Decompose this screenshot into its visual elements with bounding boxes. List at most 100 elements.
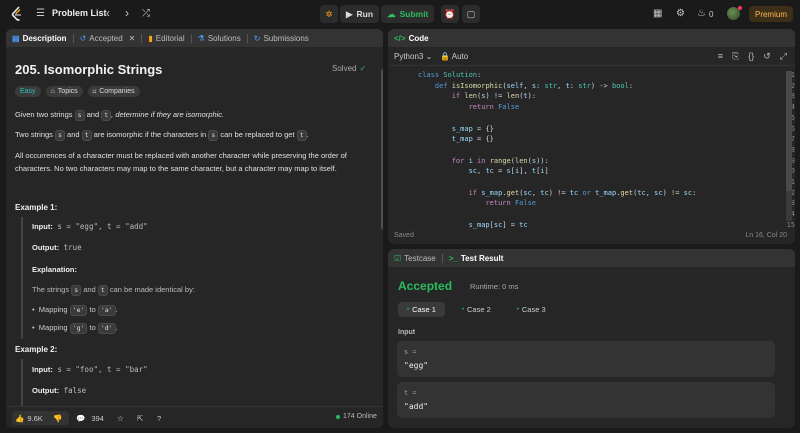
premium-button[interactable]: Premium	[749, 6, 793, 22]
timer-button[interactable]: ⏰	[441, 5, 459, 23]
problem-title[interactable]: 205. Isomorphic Strings	[15, 62, 162, 77]
thumbs-up-icon: 👍	[15, 413, 25, 423]
problem-list-icon[interactable]: ☰	[36, 8, 45, 20]
code-panel: </> Code Python3 ⌄ 🔒 Auto ≡ ⎘ {} ↺ ⤢ 1 2 …	[388, 29, 795, 244]
tag-icon: ⌂	[50, 88, 55, 95]
star-icon: ☆	[117, 413, 124, 423]
tab-code[interactable]: </> Code	[388, 29, 435, 47]
cloud-upload-icon: ☁	[387, 8, 396, 19]
example-1-heading: Example 1:	[15, 203, 58, 212]
notification-dot	[738, 6, 742, 10]
run-button[interactable]: ▶ Run	[340, 5, 380, 23]
reset-icon[interactable]: ↺	[763, 51, 771, 62]
companies-tag[interactable]: ⌑ Companies	[87, 86, 140, 97]
case-3-tab[interactable]: • Case 3	[508, 302, 555, 317]
format-icon[interactable]: ≡	[718, 51, 723, 62]
braces-icon[interactable]: {}	[748, 51, 754, 62]
description-tabs: ▤ Description ↺ Accepted ✕ ▮ Editorial ⚗ Solu…	[6, 29, 383, 47]
result-status: Accepted	[398, 279, 453, 293]
close-icon[interactable]: ✕	[129, 34, 136, 43]
bug-icon: ✲	[325, 8, 333, 19]
note-icon: ▢	[466, 8, 476, 19]
play-icon: ▶	[346, 8, 353, 19]
notes-button[interactable]: ▢	[462, 5, 480, 23]
checkbox-icon: ☑	[394, 253, 402, 263]
topics-tag[interactable]: ⌂ Topics	[45, 86, 83, 97]
leetcode-logo-icon[interactable]	[10, 6, 24, 22]
tab-editorial[interactable]: ▮ Editorial	[142, 29, 190, 47]
lock-icon: 🔒	[440, 52, 450, 61]
tab-accepted[interactable]: ↺ Accepted ✕	[74, 29, 142, 47]
comment-icon: 💬	[76, 413, 86, 423]
example-1-input: Input: s = "egg", t = "add"	[32, 222, 148, 231]
example-2-heading: Example 2:	[15, 345, 58, 354]
next-problem-icon[interactable]: ›	[125, 7, 129, 19]
prev-problem-icon[interactable]: ‹	[106, 7, 110, 19]
example-1-explanation-text: The strings s and t can be made identica…	[32, 285, 195, 296]
comments-button[interactable]: 💬 394	[76, 412, 104, 424]
expand-icon[interactable]: ⤢	[780, 51, 787, 62]
editor-toolbar: Python3 ⌄ 🔒 Auto ≡ ⎘ {} ↺ ⤢	[388, 48, 795, 66]
solved-status: Solved ✓	[332, 64, 367, 73]
description-paragraph-1: Given two strings s and t, determine if …	[15, 110, 225, 121]
cursor-position: Ln 16, Col 20	[745, 232, 787, 239]
case-1-tab[interactable]: • Case 1	[398, 302, 445, 317]
bookmark-icon[interactable]: ⎘	[732, 51, 739, 62]
help-icon: ?	[157, 413, 162, 423]
top-nav: ☰ Problem List ‹ › ⤮ ✲ ▶ Run ☁ Submit ⏰ ▢ …	[0, 0, 800, 28]
problem-tags: Easy ⌂ Topics ⌑ Companies	[15, 86, 140, 97]
favorite-button[interactable]: ☆	[117, 412, 124, 424]
code-scrollbar[interactable]	[786, 71, 792, 221]
thumbs-down-icon: 👎	[53, 413, 63, 423]
tab-submissions[interactable]: ↻ Submissions	[248, 29, 315, 47]
terminal-icon: >_	[448, 253, 458, 263]
description-panel: ▤ Description ↺ Accepted ✕ ▮ Editorial ⚗ Solu…	[6, 29, 383, 428]
example-1-block	[21, 217, 376, 339]
alarm-icon: ⏰	[444, 8, 456, 19]
flask-icon: ⚗	[197, 33, 205, 43]
dislike-button[interactable]: 👎	[53, 412, 62, 424]
example-2-output: Output: false	[32, 386, 87, 395]
book-icon: ▮	[148, 33, 153, 43]
tab-description[interactable]: ▤ Description	[6, 29, 73, 47]
run-submit-group: ✲ ▶ Run ☁ Submit	[320, 5, 435, 23]
submit-button[interactable]: ☁ Submit	[381, 5, 435, 23]
test-tabs: ☑ Testcase >_ Test Result	[388, 249, 795, 267]
case-2-tab[interactable]: • Case 2	[453, 302, 500, 317]
chevron-down-icon: ⌄	[425, 52, 433, 61]
tab-test-result[interactable]: >_ Test Result	[443, 249, 510, 267]
history-icon: ↻	[253, 33, 261, 43]
share-icon: ⇱	[137, 413, 144, 423]
save-status: Saved	[394, 232, 414, 239]
input-s-box[interactable]: s = "egg"	[397, 341, 775, 377]
editor-tools: ≡ ⎘ {} ↺ ⤢	[718, 51, 787, 62]
tab-testcase[interactable]: ☑ Testcase	[388, 249, 442, 267]
example-1-explanation-label: Explanation:	[32, 265, 78, 274]
code-icon: </>	[394, 33, 406, 43]
mapping-1: • Mapping 'e' to 'a'.	[32, 305, 118, 316]
shuffle-icon[interactable]: ⤮	[142, 8, 150, 20]
description-paragraph-3: All occurrences of a character must be r…	[15, 151, 347, 173]
share-button[interactable]: ⇱	[137, 412, 143, 424]
tab-solutions[interactable]: ⚗ Solutions	[192, 29, 247, 47]
example-1-output: Output: true	[32, 243, 82, 252]
example-2-input: Input: s = "foo", t = "bar"	[32, 365, 148, 374]
language-select[interactable]: Python3 ⌄	[394, 52, 432, 61]
like-button[interactable]: 👍 9.6K	[15, 412, 43, 424]
problem-list-link[interactable]: Problem List	[52, 8, 107, 18]
description-scrollbar[interactable]	[381, 69, 383, 230]
check-circle-icon: ✓	[359, 64, 367, 73]
streak-count: 0	[709, 10, 714, 19]
help-button[interactable]: ?	[157, 412, 161, 424]
settings-gear-icon[interactable]: ⚙	[676, 8, 685, 20]
online-count: 174 Online	[336, 413, 377, 420]
input-t-box[interactable]: t = "add"	[397, 382, 775, 418]
layout-grid-icon[interactable]: ▦	[653, 8, 662, 20]
case-tabs: • Case 1 • Case 2 • Case 3	[398, 302, 555, 317]
debug-button[interactable]: ✲	[320, 5, 338, 23]
streak-fire-icon[interactable]: ♨	[697, 8, 706, 20]
input-heading: Input	[398, 329, 416, 336]
code-tabs: </> Code	[388, 29, 795, 47]
auto-mode-toggle[interactable]: 🔒 Auto	[440, 52, 468, 61]
lock-icon: ⌑	[92, 88, 97, 96]
